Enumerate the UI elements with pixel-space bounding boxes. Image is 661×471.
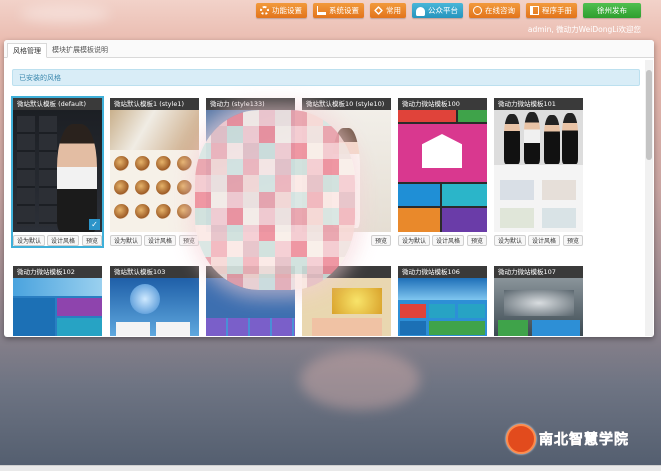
bottom-bar — [0, 465, 661, 471]
template-card-103[interactable]: 微站默认模板103 — [110, 266, 199, 336]
template-card-102[interactable]: 微动力微站模板102 — [13, 266, 102, 336]
template-title: 微站默认模板10 (style10) — [302, 98, 391, 110]
tab-style-management[interactable]: 风格管理 — [7, 43, 47, 58]
scrollbar-thumb[interactable] — [646, 70, 652, 160]
template-title: 微动力微站模板100 — [398, 98, 487, 110]
cart-icon — [317, 6, 326, 15]
template-thumbnail — [494, 278, 583, 336]
cloud-icon — [416, 7, 425, 16]
design-style-button[interactable]: 设计风格 — [432, 235, 465, 246]
program-manual-button[interactable]: 程序手册 — [526, 3, 577, 18]
preview-button[interactable]: 预览 — [81, 235, 102, 246]
template-card-100[interactable]: 微动力微站模板100 设为默认 设计风格 预览 — [398, 98, 487, 246]
set-default-button[interactable]: 设为默认 — [13, 235, 46, 246]
template-thumbnail — [398, 278, 487, 336]
template-thumbnail — [110, 278, 199, 336]
template-card-106[interactable]: 微动力微站模板106 — [398, 266, 487, 336]
template-thumbnail: ✓ — [13, 110, 102, 232]
template-thumbnail — [13, 278, 102, 336]
publish-button[interactable]: 徐州发布 — [583, 3, 641, 18]
welcome-text: admin, 微动力WeiDongLi欢迎您 — [527, 25, 641, 34]
template-card-style1[interactable]: 微站默认模板1 (style1) 设为默认 设计风格 预览 — [110, 98, 199, 246]
system-settings-button[interactable]: 系统设置 — [313, 3, 364, 18]
template-title: 微站默认模板1 (style1) — [110, 98, 199, 110]
template-card-default[interactable]: 微站默认模板 (default) ✓ 设为默认 设计风格 预览 — [11, 96, 104, 248]
watermark-logo: 南北智慧学院 — [506, 424, 629, 454]
template-title: 微动力微站模板102 — [13, 266, 102, 278]
template-thumbnail — [398, 110, 487, 232]
tab-bar: 风格管理 模块扩展模板说明 — [4, 40, 654, 58]
set-default-button[interactable]: 设为默认 — [110, 235, 143, 246]
template-title: 微动力微站模板106 — [398, 266, 487, 278]
template-title: 微动力微站模板107 — [494, 266, 583, 278]
seal-icon — [506, 424, 536, 454]
template-card-107[interactable]: 微动力微站模板107 — [494, 266, 583, 336]
online-consult-button[interactable]: 在线咨询 — [469, 3, 520, 18]
installed-styles-banner: 已安装的风格 — [12, 69, 640, 86]
template-title: 微站默认模板103 — [110, 266, 199, 278]
gear-icon — [260, 6, 269, 15]
watermark-text: 南北智慧学院 — [539, 432, 629, 449]
pixelated-overlay — [195, 110, 355, 290]
template-title: 微动力微站模板101 — [494, 98, 583, 110]
preview-button[interactable]: 预览 — [562, 235, 583, 246]
scrollbar[interactable] — [645, 60, 653, 336]
preview-button[interactable]: 预览 — [370, 235, 391, 246]
chat-icon — [473, 6, 482, 15]
design-style-button[interactable]: 设计风格 — [144, 235, 177, 246]
tab-module-template-guide[interactable]: 模块扩展模板说明 — [47, 42, 113, 57]
template-thumbnail — [110, 110, 199, 232]
template-card-101[interactable]: 微动力微站模板101 设为默认 设计风格 预览 — [494, 98, 583, 246]
preview-button[interactable]: 预览 — [466, 235, 487, 246]
design-style-button[interactable]: 设计风格 — [47, 235, 80, 246]
public-platform-button[interactable]: 公众平台 — [412, 3, 463, 18]
selected-check-icon: ✓ — [89, 219, 100, 230]
book-icon — [530, 6, 539, 15]
preview-button[interactable]: 预览 — [178, 235, 199, 246]
template-title: 微站默认模板 (default) — [13, 98, 102, 110]
template-thumbnail — [494, 110, 583, 232]
set-default-button[interactable]: 设为默认 — [398, 235, 431, 246]
top-nav: 功能设置 系统设置 常用 公众平台 在线咨询 程序手册 徐州发布 — [256, 3, 641, 18]
design-style-button[interactable]: 设计风格 — [528, 235, 561, 246]
common-button[interactable]: 常用 — [370, 3, 406, 18]
set-default-button[interactable]: 设为默认 — [494, 235, 527, 246]
tool-icon — [374, 6, 383, 15]
template-title: 微动力 (style133) — [206, 98, 295, 110]
template-thumbnail — [302, 278, 391, 336]
function-settings-button[interactable]: 功能设置 — [256, 3, 307, 18]
